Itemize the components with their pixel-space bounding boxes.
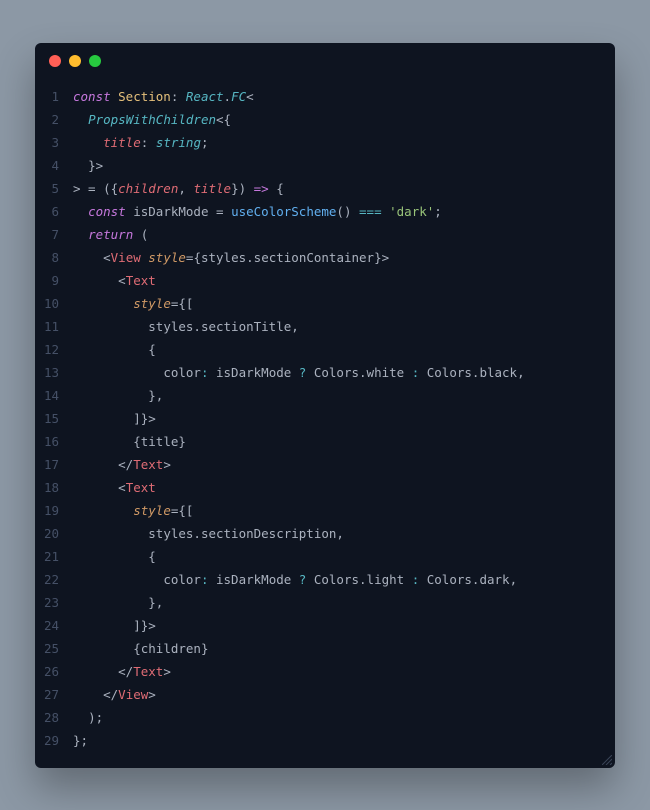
code-line[interactable]: 24 ]}>: [43, 614, 601, 637]
code-line[interactable]: 26 </Text>: [43, 660, 601, 683]
line-number: 3: [43, 131, 73, 154]
code-content[interactable]: styles.sectionTitle,: [73, 315, 601, 338]
code-line[interactable]: 25 {children}: [43, 637, 601, 660]
code-line[interactable]: 19 style={[: [43, 499, 601, 522]
code-content[interactable]: return (: [73, 223, 601, 246]
code-window: 1const Section: React.FC<2 PropsWithChil…: [35, 43, 615, 768]
line-number: 17: [43, 453, 73, 476]
code-content[interactable]: color: isDarkMode ? Colors.light : Color…: [73, 568, 601, 591]
code-line[interactable]: 11 styles.sectionTitle,: [43, 315, 601, 338]
line-number: 24: [43, 614, 73, 637]
code-line[interactable]: 17 </Text>: [43, 453, 601, 476]
code-content[interactable]: styles.sectionDescription,: [73, 522, 601, 545]
code-content[interactable]: );: [73, 706, 601, 729]
line-number: 1: [43, 85, 73, 108]
code-line[interactable]: 1const Section: React.FC<: [43, 85, 601, 108]
code-content[interactable]: };: [73, 729, 601, 752]
code-line[interactable]: 2 PropsWithChildren<{: [43, 108, 601, 131]
line-number: 7: [43, 223, 73, 246]
code-content[interactable]: {children}: [73, 637, 601, 660]
line-number: 15: [43, 407, 73, 430]
code-line[interactable]: 14 },: [43, 384, 601, 407]
code-line[interactable]: 16 {title}: [43, 430, 601, 453]
minimize-icon[interactable]: [69, 55, 81, 67]
line-number: 16: [43, 430, 73, 453]
code-content[interactable]: </View>: [73, 683, 601, 706]
code-line[interactable]: 4 }>: [43, 154, 601, 177]
code-line[interactable]: 18 <Text: [43, 476, 601, 499]
code-content[interactable]: title: string;: [73, 131, 601, 154]
code-content[interactable]: const Section: React.FC<: [73, 85, 601, 108]
code-content[interactable]: > = ({children, title}) => {: [73, 177, 601, 200]
code-line[interactable]: 21 {: [43, 545, 601, 568]
code-content[interactable]: {: [73, 545, 601, 568]
line-number: 9: [43, 269, 73, 292]
code-content[interactable]: }>: [73, 154, 601, 177]
line-number: 29: [43, 729, 73, 752]
code-line[interactable]: 13 color: isDarkMode ? Colors.white : Co…: [43, 361, 601, 384]
code-line[interactable]: 29};: [43, 729, 601, 752]
code-content[interactable]: </Text>: [73, 453, 601, 476]
resize-handle-icon[interactable]: [602, 755, 612, 765]
code-line[interactable]: 9 <Text: [43, 269, 601, 292]
code-content[interactable]: style={[: [73, 499, 601, 522]
code-line[interactable]: 7 return (: [43, 223, 601, 246]
line-number: 2: [43, 108, 73, 131]
code-line[interactable]: 22 color: isDarkMode ? Colors.light : Co…: [43, 568, 601, 591]
code-content[interactable]: <Text: [73, 476, 601, 499]
code-content[interactable]: <View style={styles.sectionContainer}>: [73, 246, 601, 269]
code-line[interactable]: 12 {: [43, 338, 601, 361]
code-editor[interactable]: 1const Section: React.FC<2 PropsWithChil…: [35, 79, 615, 758]
code-line[interactable]: 23 },: [43, 591, 601, 614]
line-number: 11: [43, 315, 73, 338]
line-number: 23: [43, 591, 73, 614]
code-content[interactable]: ]}>: [73, 407, 601, 430]
line-number: 27: [43, 683, 73, 706]
line-number: 4: [43, 154, 73, 177]
code-content[interactable]: color: isDarkMode ? Colors.white : Color…: [73, 361, 601, 384]
line-number: 19: [43, 499, 73, 522]
line-number: 28: [43, 706, 73, 729]
line-number: 18: [43, 476, 73, 499]
code-line[interactable]: 27 </View>: [43, 683, 601, 706]
code-content[interactable]: const isDarkMode = useColorScheme() === …: [73, 200, 601, 223]
line-number: 14: [43, 384, 73, 407]
code-line[interactable]: 3 title: string;: [43, 131, 601, 154]
code-content[interactable]: {title}: [73, 430, 601, 453]
window-titlebar: [35, 43, 615, 79]
code-content[interactable]: ]}>: [73, 614, 601, 637]
line-number: 20: [43, 522, 73, 545]
line-number: 22: [43, 568, 73, 591]
line-number: 12: [43, 338, 73, 361]
code-line[interactable]: 15 ]}>: [43, 407, 601, 430]
code-content[interactable]: </Text>: [73, 660, 601, 683]
code-line[interactable]: 28 );: [43, 706, 601, 729]
code-content[interactable]: <Text: [73, 269, 601, 292]
line-number: 21: [43, 545, 73, 568]
code-content[interactable]: {: [73, 338, 601, 361]
code-content[interactable]: style={[: [73, 292, 601, 315]
code-content[interactable]: PropsWithChildren<{: [73, 108, 601, 131]
line-number: 10: [43, 292, 73, 315]
close-icon[interactable]: [49, 55, 61, 67]
code-line[interactable]: 6 const isDarkMode = useColorScheme() ==…: [43, 200, 601, 223]
line-number: 13: [43, 361, 73, 384]
line-number: 6: [43, 200, 73, 223]
code-line[interactable]: 10 style={[: [43, 292, 601, 315]
line-number: 5: [43, 177, 73, 200]
line-number: 8: [43, 246, 73, 269]
zoom-icon[interactable]: [89, 55, 101, 67]
code-line[interactable]: 5> = ({children, title}) => {: [43, 177, 601, 200]
code-content[interactable]: },: [73, 591, 601, 614]
line-number: 25: [43, 637, 73, 660]
code-line[interactable]: 20 styles.sectionDescription,: [43, 522, 601, 545]
code-line[interactable]: 8 <View style={styles.sectionContainer}>: [43, 246, 601, 269]
code-content[interactable]: },: [73, 384, 601, 407]
line-number: 26: [43, 660, 73, 683]
